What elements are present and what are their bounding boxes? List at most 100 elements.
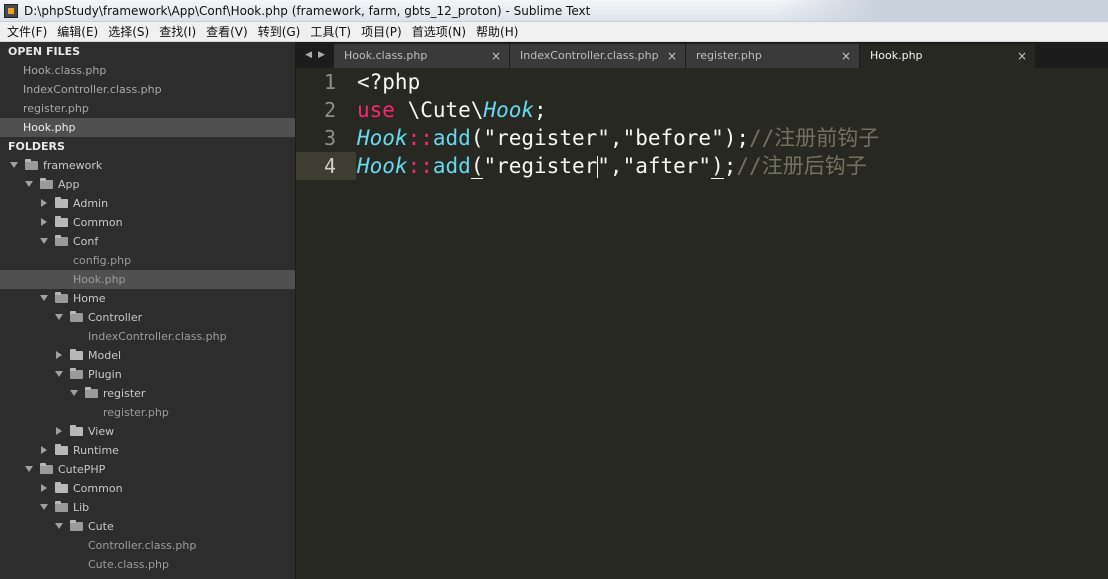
tree-folder-item[interactable]: View bbox=[0, 422, 295, 441]
code-editor[interactable]: 1234 <?php use \Cute\Hook; Hook::add("regi… bbox=[296, 68, 1108, 579]
disclosure-down-icon[interactable] bbox=[40, 295, 48, 301]
tab-label: Hook.class.php bbox=[344, 49, 428, 62]
window-title: D:\phpStudy\framework\App\Conf\Hook.php … bbox=[24, 3, 591, 18]
tree-item-label: Model bbox=[88, 349, 122, 362]
menu-item-4[interactable]: 查看(V) bbox=[201, 23, 253, 40]
close-icon[interactable]: × bbox=[1017, 44, 1027, 68]
menu-item-0[interactable]: 文件(F) bbox=[2, 23, 52, 40]
disclosure-right-icon[interactable] bbox=[41, 446, 47, 454]
tree-file-item[interactable]: Controller.class.php bbox=[0, 536, 295, 555]
tab-hook-php[interactable]: Hook.php × bbox=[860, 44, 1036, 68]
tree-folder-item[interactable]: Admin bbox=[0, 194, 295, 213]
tree-folder-item[interactable]: Runtime bbox=[0, 441, 295, 460]
tab-indexcontroller-class-php[interactable]: IndexController.class.php × bbox=[510, 44, 686, 68]
folders-title: FOLDERS bbox=[8, 140, 65, 153]
tree-folder-item[interactable]: Conf bbox=[0, 232, 295, 251]
menu-item-2[interactable]: 选择(S) bbox=[103, 23, 154, 40]
tree-item-label: framework bbox=[43, 159, 103, 172]
disclosure-right-icon[interactable] bbox=[56, 351, 62, 359]
sidebar: OPEN FILES Hook.class.php IndexController… bbox=[0, 42, 296, 579]
disclosure-right-icon[interactable] bbox=[41, 218, 47, 226]
open-file-item[interactable]: IndexController.class.php bbox=[0, 80, 295, 99]
menu-item-7[interactable]: 项目(P) bbox=[356, 23, 407, 40]
close-icon[interactable]: × bbox=[667, 44, 677, 68]
code-line[interactable]: Hook::add("register","after");//注册后钩子 bbox=[357, 152, 1108, 180]
tree-item-label: Admin bbox=[73, 197, 109, 210]
disclosure-down-icon[interactable] bbox=[55, 523, 63, 529]
line-number: 2 bbox=[323, 98, 336, 122]
tree-folder-item[interactable]: framework bbox=[0, 156, 295, 175]
code-token: "before" bbox=[622, 126, 724, 150]
tree-file-item[interactable]: Hook.php bbox=[0, 270, 295, 289]
tab-bar: ◀ ▶ Hook.class.php × IndexController.class… bbox=[296, 42, 1108, 68]
disclosure-down-icon[interactable] bbox=[25, 181, 33, 187]
tree-item-label: Cute.class.php bbox=[88, 558, 169, 571]
disclosure-down-icon[interactable] bbox=[40, 504, 48, 510]
disclosure-down-icon[interactable] bbox=[55, 371, 63, 377]
folder-icon bbox=[55, 197, 68, 208]
tree-item-label: config.php bbox=[73, 254, 132, 267]
tree-folder-item[interactable]: Common bbox=[0, 479, 295, 498]
tree-item-label: Cute bbox=[88, 520, 114, 533]
tree-folder-item[interactable]: CutePHP bbox=[0, 460, 295, 479]
code-token: //注册前钩子 bbox=[749, 126, 880, 150]
tree-folder-item[interactable]: register bbox=[0, 384, 295, 403]
tree-folder-item[interactable]: Plugin bbox=[0, 365, 295, 384]
close-icon[interactable]: × bbox=[841, 44, 851, 68]
menu-item-5[interactable]: 转到(G) bbox=[253, 23, 306, 40]
disclosure-down-icon[interactable] bbox=[10, 162, 18, 168]
open-file-item[interactable]: Hook.class.php bbox=[0, 61, 295, 80]
folder-icon bbox=[55, 292, 68, 303]
tab-hook-class-php[interactable]: Hook.class.php × bbox=[334, 44, 510, 68]
open-file-item[interactable]: Hook.php bbox=[0, 118, 295, 137]
tree-folder-item[interactable]: Controller bbox=[0, 308, 295, 327]
close-icon[interactable]: × bbox=[491, 44, 501, 68]
disclosure-down-icon[interactable] bbox=[55, 314, 63, 320]
code-token: :: bbox=[407, 154, 433, 178]
disclosure-right-icon[interactable] bbox=[56, 427, 62, 435]
code-token: Hook bbox=[483, 98, 535, 122]
tab-register-php[interactable]: register.php × bbox=[686, 44, 860, 68]
tab-next-icon[interactable]: ▶ bbox=[318, 50, 325, 60]
tree-folder-item[interactable]: App bbox=[0, 175, 295, 194]
code-line[interactable]: use \Cute\Hook; bbox=[357, 96, 1108, 124]
menu-item-9[interactable]: 帮助(H) bbox=[471, 23, 523, 40]
tree-folder-item[interactable]: Lib bbox=[0, 498, 295, 517]
disclosure-down-icon[interactable] bbox=[40, 238, 48, 244]
tree-item-label: register bbox=[103, 387, 146, 400]
code-token: ; bbox=[534, 98, 547, 122]
tree-folder-item[interactable]: Home bbox=[0, 289, 295, 308]
tree-folder-item[interactable]: Cute bbox=[0, 517, 295, 536]
disclosure-right-icon[interactable] bbox=[41, 199, 47, 207]
code-token: "after" bbox=[622, 154, 712, 178]
menu-item-8[interactable]: 首选项(N) bbox=[407, 23, 471, 40]
code-token: :: bbox=[407, 126, 433, 150]
folder-icon bbox=[55, 501, 68, 512]
open-file-item[interactable]: register.php bbox=[0, 99, 295, 118]
code-line[interactable]: <?php bbox=[357, 68, 1108, 96]
tab-label: IndexController.class.php bbox=[520, 49, 659, 62]
menu-item-1[interactable]: 编辑(E) bbox=[52, 23, 103, 40]
disclosure-down-icon[interactable] bbox=[25, 466, 33, 472]
code-token: "register bbox=[483, 154, 598, 178]
tree-folder-item[interactable]: Model bbox=[0, 346, 295, 365]
line-number: 4 bbox=[296, 152, 356, 180]
tree-item-label: Conf bbox=[73, 235, 99, 248]
menu-item-3[interactable]: 查找(I) bbox=[154, 23, 201, 40]
tree-file-item[interactable]: Cute.class.php bbox=[0, 555, 295, 574]
code-area[interactable]: <?php use \Cute\Hook; Hook::add("register"… bbox=[357, 68, 1108, 180]
code-token: ( bbox=[470, 154, 484, 179]
disclosure-right-icon[interactable] bbox=[41, 484, 47, 492]
folder-icon bbox=[70, 520, 83, 531]
code-token: ) bbox=[711, 154, 724, 179]
folder-icon bbox=[85, 387, 98, 398]
disclosure-down-icon[interactable] bbox=[70, 390, 78, 396]
tree-file-item[interactable]: config.php bbox=[0, 251, 295, 270]
tab-prev-icon[interactable]: ◀ bbox=[305, 50, 312, 60]
tree-file-item[interactable]: IndexController.class.php bbox=[0, 327, 295, 346]
tree-folder-item[interactable]: Common bbox=[0, 213, 295, 232]
code-token: ); bbox=[723, 126, 750, 150]
code-line[interactable]: Hook::add("register","before");//注册前钩子 bbox=[357, 124, 1108, 152]
menu-item-6[interactable]: 工具(T) bbox=[305, 23, 356, 40]
tree-file-item[interactable]: register.php bbox=[0, 403, 295, 422]
